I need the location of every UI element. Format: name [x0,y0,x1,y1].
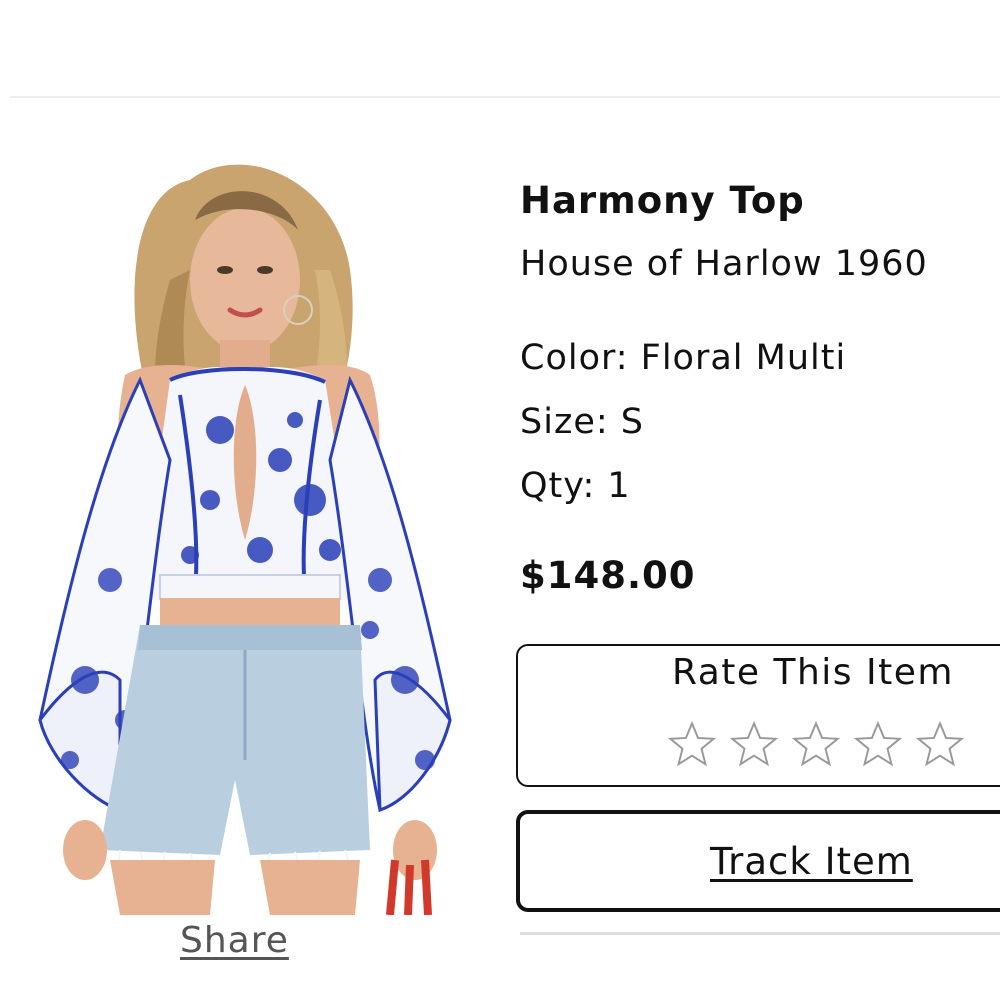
rating-stars [666,718,966,770]
order-item-page: Share Harmony Top House of Harlow 1960 C… [0,0,1000,1000]
star-icon[interactable] [914,718,966,770]
track-item-label: Track Item [710,840,913,883]
product-size: Size: S [520,402,644,442]
product-color: Color: Floral Multi [520,338,847,378]
star-icon[interactable] [666,718,718,770]
rate-item-box: Rate This Item [516,644,1000,787]
product-price: $148.00 [520,554,696,597]
rate-item-title: Rate This Item [672,652,954,693]
brand-name: House of Harlow 1960 [520,244,928,284]
track-item-button[interactable]: Track Item [516,810,1000,912]
product-qty: Qty: 1 [520,466,631,506]
share-link[interactable]: Share [180,920,289,961]
product-name: Harmony Top [520,179,805,222]
star-icon[interactable] [790,718,842,770]
header-divider [10,96,1000,98]
star-icon[interactable] [852,718,904,770]
star-icon[interactable] [728,718,780,770]
bottom-divider [520,932,1000,935]
product-details: Harmony Top House of Harlow 1960 Color: … [520,178,1000,599]
product-image[interactable] [30,160,460,915]
